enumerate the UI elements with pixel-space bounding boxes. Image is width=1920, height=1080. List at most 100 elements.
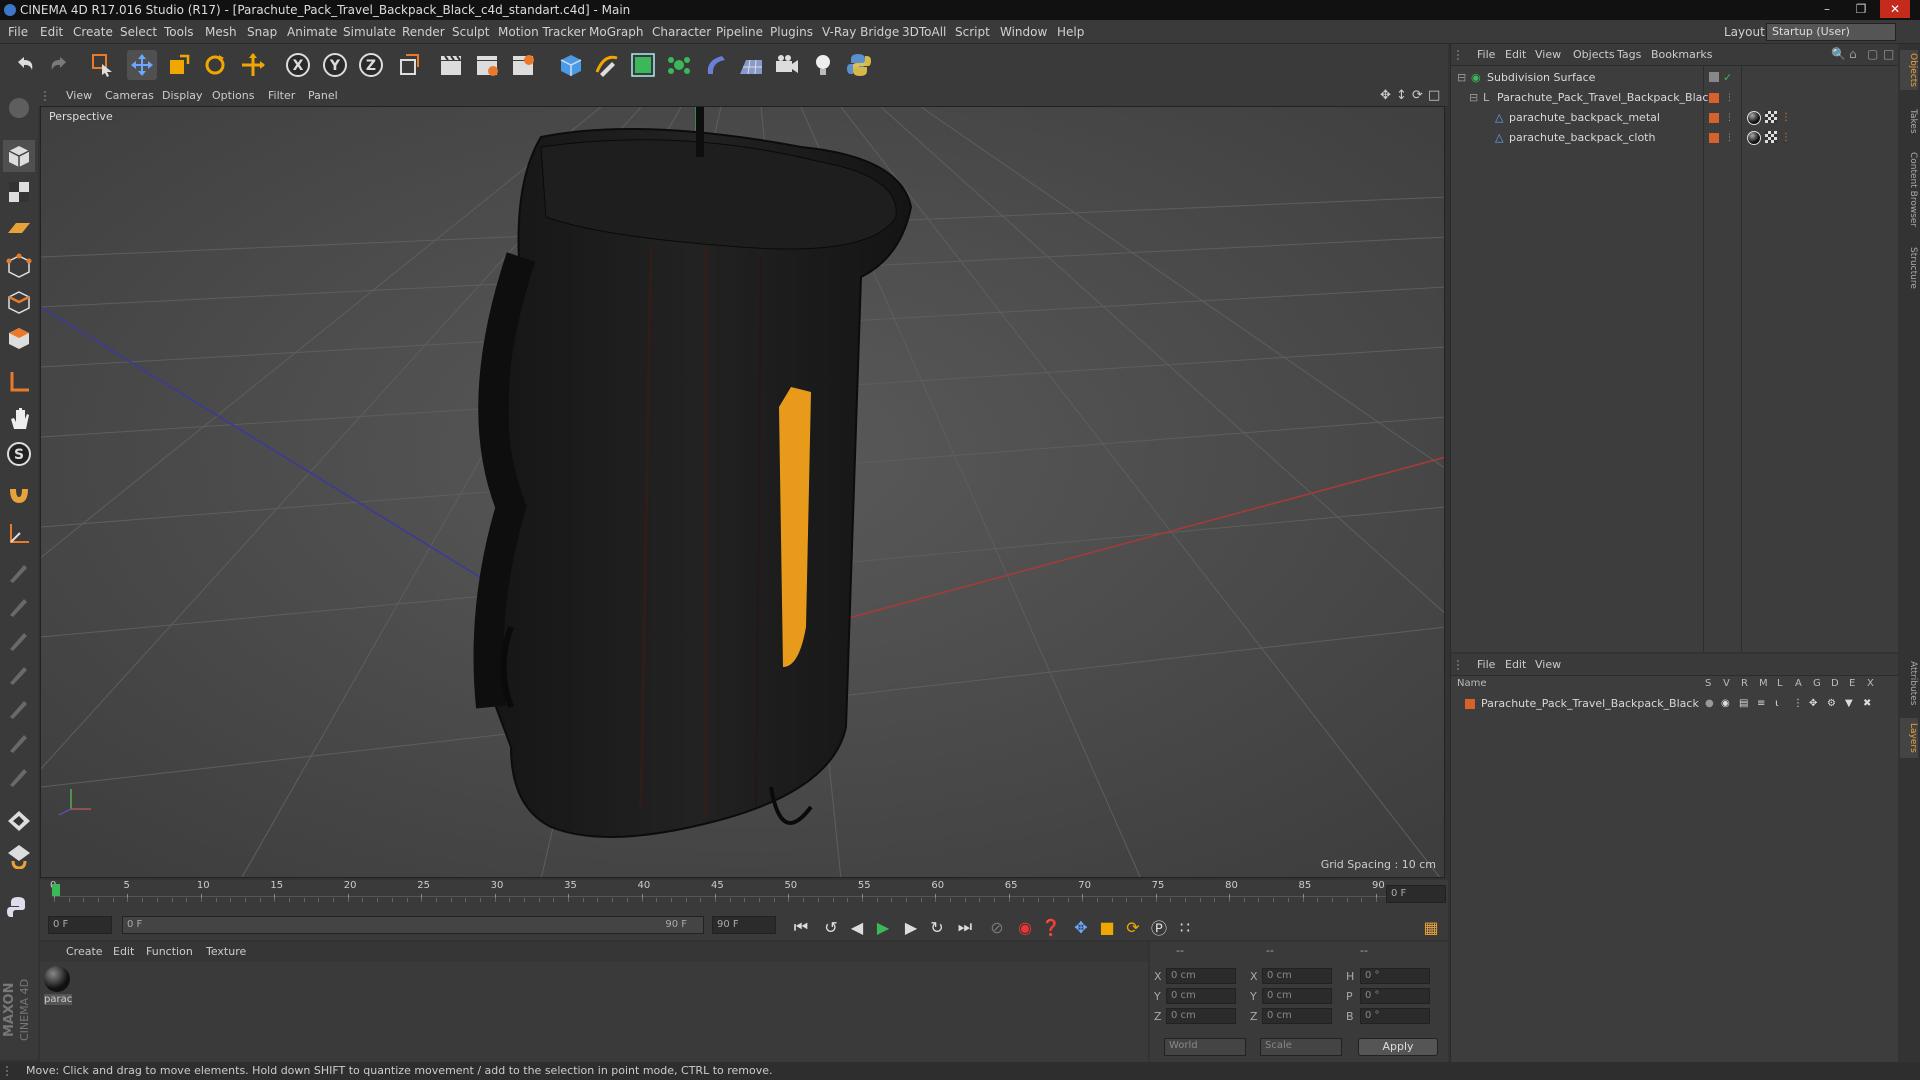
- viewport-maximize-icon[interactable]: □: [1428, 88, 1440, 103]
- floor-button[interactable]: [736, 50, 766, 80]
- rot-h-field[interactable]: 0 °: [1360, 968, 1430, 984]
- home-icon[interactable]: ⌂: [1849, 47, 1857, 61]
- move-tool-button[interactable]: [127, 50, 157, 80]
- om-menu-tags[interactable]: Tags: [1617, 44, 1641, 66]
- menu-character[interactable]: Character: [652, 20, 711, 44]
- sculpt-tool-2-button[interactable]: [3, 590, 35, 622]
- points-mode-button[interactable]: [3, 250, 35, 282]
- viewport-pan-icon[interactable]: ✥: [1380, 88, 1391, 103]
- lm-menu-view[interactable]: View: [1535, 654, 1561, 676]
- snapping-button[interactable]: S: [3, 438, 35, 470]
- transform-tool-button[interactable]: [238, 50, 268, 80]
- rot-p-field[interactable]: 0 °: [1360, 988, 1430, 1004]
- visibility-dots-icon[interactable]: ⋮: [1725, 128, 1734, 148]
- viewport-zoom-icon[interactable]: ↕: [1396, 88, 1407, 103]
- playhead-marker[interactable]: [52, 884, 60, 896]
- y-axis-lock-button[interactable]: Y: [320, 50, 350, 80]
- scale-tool-button[interactable]: [164, 50, 194, 80]
- minimize-icon[interactable]: –: [1812, 0, 1842, 18]
- model-mode-button[interactable]: [3, 140, 35, 172]
- mograph-cloner-button[interactable]: [664, 50, 694, 80]
- live-selection-button[interactable]: [88, 50, 118, 80]
- material-menu-texture[interactable]: Texture: [206, 942, 246, 962]
- python-console-button[interactable]: [3, 892, 35, 924]
- workplane-align-button[interactable]: [3, 518, 35, 550]
- tab-objects[interactable]: Objects: [1900, 50, 1918, 90]
- lm-menu-edit[interactable]: Edit: [1505, 654, 1526, 676]
- menu-render[interactable]: Render: [402, 20, 445, 44]
- record-keyframes-button[interactable]: ⊘: [986, 916, 1008, 938]
- material-menu-edit[interactable]: Edit: [113, 942, 134, 962]
- menu-plugins[interactable]: Plugins: [770, 20, 813, 44]
- menu-edit[interactable]: Edit: [40, 20, 63, 44]
- menu-mesh[interactable]: Mesh: [205, 20, 237, 44]
- apply-button[interactable]: Apply: [1358, 1038, 1438, 1056]
- layer-expressions-icon[interactable]: ▼: [1845, 694, 1853, 714]
- uvw-tag-icon[interactable]: [1765, 131, 1777, 143]
- layout-dropdown[interactable]: Startup (User): [1766, 23, 1896, 41]
- rotate-tool-button[interactable]: [200, 50, 230, 80]
- layer-col-r[interactable]: R: [1741, 678, 1748, 689]
- sculpt-tool-6-button[interactable]: [3, 726, 35, 758]
- menu-select[interactable]: Select: [120, 20, 157, 44]
- size-mode-dropdown[interactable]: Scale: [1260, 1038, 1342, 1056]
- viewport-menu-view[interactable]: View: [66, 86, 92, 106]
- selection-tag-icon[interactable]: ⋮: [1781, 128, 1791, 148]
- key-pla-button[interactable]: ∷: [1174, 916, 1196, 938]
- close-icon[interactable]: ✕: [1880, 0, 1910, 18]
- layer-color-swatch[interactable]: [1709, 72, 1719, 82]
- layer-xref-icon[interactable]: ✖: [1863, 694, 1871, 714]
- go-to-start-button[interactable]: ⏮: [790, 916, 812, 938]
- material-swatch[interactable]: parac: [44, 966, 72, 1010]
- viewport-menu-filter[interactable]: Filter: [268, 86, 295, 106]
- size-z-field[interactable]: 0 cm: [1262, 1008, 1332, 1024]
- pos-y-field[interactable]: 0 cm: [1166, 988, 1236, 1004]
- enabled-check-icon[interactable]: ✓: [1723, 68, 1732, 88]
- coordinate-mode-dropdown[interactable]: World: [1164, 1038, 1246, 1056]
- x-axis-lock-button[interactable]: X: [283, 50, 313, 80]
- loop-button[interactable]: ↻: [926, 916, 948, 938]
- layer-col-m[interactable]: M: [1759, 678, 1768, 689]
- om-menu-objects[interactable]: Objects: [1573, 44, 1615, 66]
- menu-vray-bridge[interactable]: V-Ray Bridge: [822, 20, 899, 44]
- layer-col-e[interactable]: E: [1849, 678, 1855, 689]
- menu-file[interactable]: File: [8, 20, 28, 44]
- om-menu-edit[interactable]: Edit: [1505, 44, 1526, 66]
- key-rotation-button[interactable]: ⟳: [1122, 916, 1144, 938]
- layer-visible-eye-icon[interactable]: ◉: [1721, 694, 1730, 714]
- next-frame-button[interactable]: ▶: [900, 916, 922, 938]
- render-picture-viewer-button[interactable]: [472, 50, 502, 80]
- search-icon[interactable]: 🔍: [1831, 47, 1846, 61]
- perspective-viewport[interactable]: Perspective Grid Spacing : 10 cm: [40, 106, 1445, 878]
- current-frame-field[interactable]: 0 F: [1386, 885, 1446, 903]
- layer-col-v[interactable]: V: [1723, 678, 1730, 689]
- viewport-menu-options[interactable]: Options: [212, 86, 254, 106]
- menu-create[interactable]: Create: [73, 20, 113, 44]
- start-frame-field[interactable]: 0 F: [48, 916, 112, 934]
- previous-frame-button[interactable]: ◀: [846, 916, 868, 938]
- sculpt-tool-1-button[interactable]: [3, 556, 35, 588]
- layer-row[interactable]: Parachute_Pack_Travel_Backpack_Black ● ◉…: [1451, 694, 1899, 714]
- viewport-rotate-icon[interactable]: ⟳: [1412, 88, 1423, 103]
- texture-mode-button[interactable]: [3, 176, 35, 208]
- render-view-button[interactable]: [436, 50, 466, 80]
- layer-col-a[interactable]: A: [1795, 678, 1802, 689]
- panel-maximize-icon[interactable]: □: [1883, 47, 1894, 61]
- workplane-mode-button[interactable]: [3, 212, 35, 244]
- z-axis-lock-button[interactable]: Z: [356, 50, 386, 80]
- key-scale-button[interactable]: ■: [1096, 916, 1118, 938]
- tab-takes[interactable]: Takes: [1900, 104, 1918, 138]
- layer-render-icon[interactable]: ▤: [1739, 694, 1748, 714]
- tab-structure[interactable]: Structure: [1900, 242, 1918, 294]
- menu-script[interactable]: Script: [955, 20, 990, 44]
- object-row-cloth[interactable]: △ parachute_backpack_cloth ⋮ ⋮: [1451, 128, 1899, 148]
- sculpt-tool-4-button[interactable]: [3, 658, 35, 690]
- magnet-button[interactable]: [3, 478, 35, 510]
- menu-snap[interactable]: Snap: [247, 20, 277, 44]
- light-button[interactable]: [808, 50, 838, 80]
- menu-3dtoall[interactable]: 3DToAll: [902, 20, 946, 44]
- menu-sculpt[interactable]: Sculpt: [452, 20, 489, 44]
- tweak-mode-button[interactable]: [3, 402, 35, 434]
- menu-animate[interactable]: Animate: [287, 20, 337, 44]
- texture-checker-button[interactable]: [3, 804, 35, 836]
